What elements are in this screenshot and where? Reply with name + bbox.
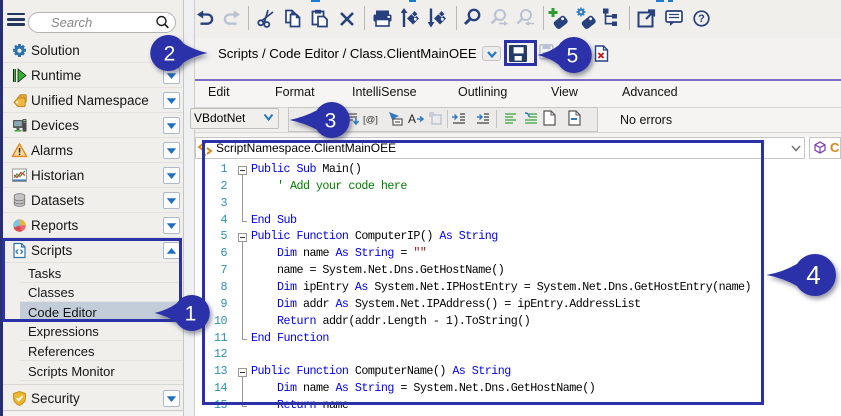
svg-text:1: 1	[184, 303, 196, 326]
svg-text:2: 2	[164, 43, 176, 66]
svg-text:?: ?	[698, 13, 705, 25]
svg-text:[@]: [@]	[363, 115, 378, 126]
svg-text:3: 3	[324, 110, 336, 133]
svg-text:5: 5	[566, 45, 578, 68]
svg-text:A: A	[408, 112, 416, 126]
svg-text:4: 4	[806, 260, 820, 290]
